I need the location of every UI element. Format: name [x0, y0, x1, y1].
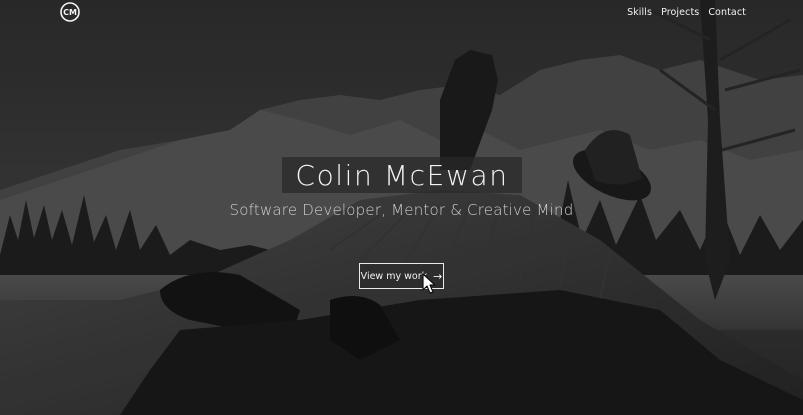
title-box: Colin McEwan	[282, 157, 522, 193]
mouse-cursor-icon	[422, 273, 436, 294]
hero-subtitle: Software Developer, Mentor & Creative Mi…	[229, 201, 574, 219]
logo-text: CM	[63, 8, 77, 17]
nav-link-skills[interactable]: Skills	[627, 7, 652, 18]
hero-section: CM Skills Projects Contact Colin McEwan …	[0, 0, 803, 415]
nav-link-projects[interactable]: Projects	[661, 7, 699, 18]
nav-link-contact[interactable]: Contact	[708, 7, 746, 18]
main-nav: Skills Projects Contact	[627, 7, 746, 18]
logo-icon[interactable]: CM	[58, 2, 82, 22]
page-title: Colin McEwan	[295, 158, 509, 192]
view-my-work-label: View my work	[360, 270, 428, 282]
